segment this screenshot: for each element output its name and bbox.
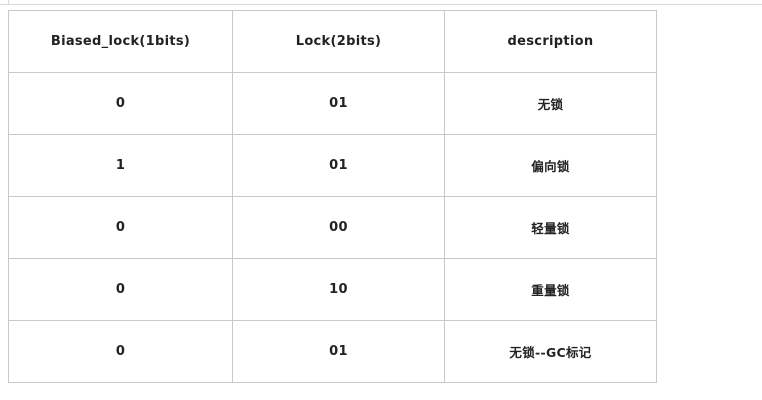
cell-description: 重量锁 [444, 258, 657, 321]
header-lock: Lock(2bits) [232, 10, 445, 73]
cell-biased-lock: 0 [8, 320, 233, 383]
cell-description: 轻量锁 [444, 196, 657, 259]
header-description: description [444, 10, 657, 73]
table-row: 0 01 无锁--GC标记 [8, 320, 657, 383]
divider-edge [8, 0, 9, 4]
table-row: 1 01 偏向锁 [8, 134, 657, 197]
page: Biased_lock(1bits) Lock(2bits) descripti… [0, 0, 762, 400]
cell-lock: 01 [232, 134, 445, 197]
table-row: 0 01 无锁 [8, 72, 657, 135]
cell-biased-lock: 0 [8, 196, 233, 259]
cell-description: 偏向锁 [444, 134, 657, 197]
cell-lock: 10 [232, 258, 445, 321]
cell-biased-lock: 0 [8, 72, 233, 135]
cell-lock: 01 [232, 320, 445, 383]
header-biased-lock: Biased_lock(1bits) [8, 10, 233, 73]
cell-biased-lock: 1 [8, 134, 233, 197]
table-row: 0 10 重量锁 [8, 258, 657, 321]
cell-description: 无锁 [444, 72, 657, 135]
lock-bits-table: Biased_lock(1bits) Lock(2bits) descripti… [8, 10, 657, 383]
cell-description: 无锁--GC标记 [444, 320, 657, 383]
table-row: 0 00 轻量锁 [8, 196, 657, 259]
top-divider [0, 0, 762, 5]
cell-lock: 01 [232, 72, 445, 135]
cell-lock: 00 [232, 196, 445, 259]
table-header-row: Biased_lock(1bits) Lock(2bits) descripti… [8, 10, 657, 73]
cell-biased-lock: 0 [8, 258, 233, 321]
